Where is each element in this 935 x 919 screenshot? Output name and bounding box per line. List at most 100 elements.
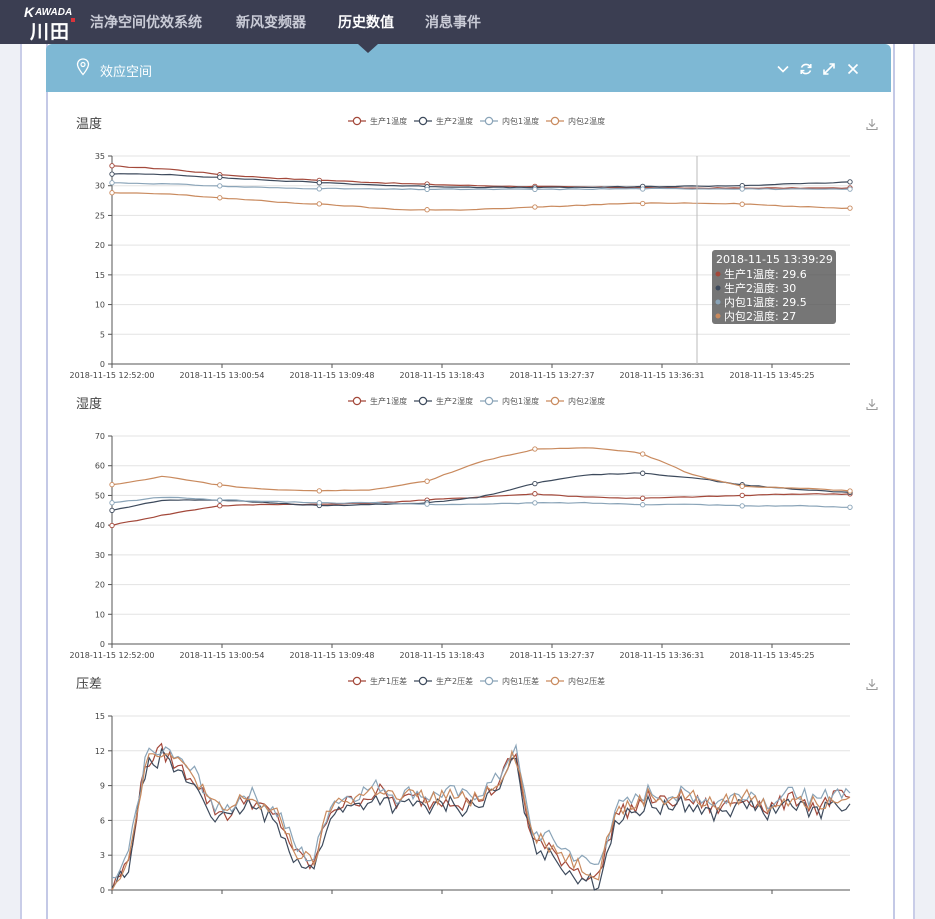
series-point bbox=[847, 186, 853, 192]
chart-title: 湿度 bbox=[76, 396, 102, 412]
legend-item[interactable]: 生产2压差 bbox=[414, 676, 473, 686]
series-point bbox=[640, 502, 646, 508]
nav-item-history[interactable]: 历史数值 bbox=[338, 12, 394, 32]
download-icon[interactable] bbox=[866, 119, 878, 131]
legend-item[interactable]: 内包1湿度 bbox=[480, 396, 539, 406]
legend-item[interactable]: 内包1温度 bbox=[480, 116, 539, 126]
close-icon[interactable] bbox=[846, 62, 860, 76]
x-tick-label: 2018-11-15 13:27:37 bbox=[510, 651, 595, 660]
series-point bbox=[217, 482, 223, 488]
series-line bbox=[111, 743, 851, 879]
series-point bbox=[109, 500, 115, 506]
series-point bbox=[532, 186, 538, 193]
series-point bbox=[739, 186, 745, 192]
active-nav-caret bbox=[358, 44, 378, 53]
series-point bbox=[217, 503, 223, 509]
logo-cn-text: 川田 bbox=[30, 21, 71, 43]
chevron-down-icon[interactable] bbox=[776, 62, 790, 76]
tooltip-row: 内包1温度: 29.5 bbox=[724, 295, 807, 309]
y-tick-label: 12 bbox=[95, 747, 105, 756]
y-tick-label: 30 bbox=[95, 551, 105, 560]
legend-label: 生产2温度 bbox=[436, 116, 473, 126]
series-line bbox=[111, 493, 851, 527]
y-tick-label: 70 bbox=[95, 432, 105, 441]
series-point bbox=[316, 488, 322, 494]
legend-label: 内包2湿度 bbox=[568, 396, 605, 406]
nav-item-clean-space[interactable]: 洁净空间优效系统 bbox=[90, 12, 202, 32]
legend-item[interactable]: 内包2压差 bbox=[546, 676, 605, 686]
legend-label: 内包2压差 bbox=[568, 676, 605, 686]
y-tick-label: 20 bbox=[95, 581, 105, 590]
tooltip-row: 生产1温度: 29.6 bbox=[724, 267, 807, 281]
legend-item[interactable]: 内包2湿度 bbox=[546, 396, 605, 406]
series-point bbox=[109, 180, 115, 186]
legend-marker bbox=[418, 116, 428, 126]
series-point bbox=[532, 204, 538, 210]
nav-item-fresh-air-inverter[interactable]: 新风变频器 bbox=[236, 12, 306, 32]
legend-marker bbox=[418, 676, 428, 686]
series-point bbox=[217, 183, 223, 189]
tooltip-row: 生产2温度: 30 bbox=[724, 281, 796, 295]
x-tick-label: 2018-11-15 13:00:54 bbox=[180, 651, 265, 660]
legend-label: 生产1湿度 bbox=[370, 396, 407, 406]
series-point bbox=[739, 492, 745, 499]
y-tick-label: 40 bbox=[95, 521, 105, 530]
y-tick-label: 0 bbox=[100, 640, 105, 649]
nav-item-events[interactable]: 消息事件 bbox=[425, 12, 481, 32]
legend-item[interactable]: 生产2温度 bbox=[414, 116, 473, 126]
legend-item[interactable]: 内包1压差 bbox=[480, 676, 539, 686]
expand-icon[interactable] bbox=[822, 62, 836, 76]
legend-item[interactable]: 生产2湿度 bbox=[414, 396, 473, 406]
series-line bbox=[111, 742, 851, 891]
y-tick-label: 10 bbox=[95, 610, 105, 619]
x-tick-label: 2018-11-15 13:36:31 bbox=[620, 371, 705, 380]
series-point bbox=[109, 190, 115, 196]
legend-label: 内包1压差 bbox=[502, 676, 539, 686]
series-point bbox=[739, 201, 745, 207]
legend-marker bbox=[550, 676, 560, 686]
refresh-icon[interactable] bbox=[799, 62, 813, 76]
series-point bbox=[640, 451, 646, 457]
series-point bbox=[424, 478, 430, 484]
y-tick-label: 20 bbox=[95, 241, 105, 250]
series-line bbox=[111, 747, 851, 891]
legend-marker bbox=[484, 396, 494, 406]
chart-svg: 湿度 生产1湿度 生产2湿度 内包1湿度 内包2湿度 0 10 20 30 40 50 60 70 201… bbox=[70, 396, 878, 660]
series-point bbox=[109, 522, 115, 529]
pressure-chart: 压差 生产1压差 生产2压差 内包1压差 内包2压差 0 3 6 9 12 15 bbox=[60, 668, 885, 908]
legend-item[interactable]: 内包2温度 bbox=[546, 116, 605, 126]
kawada-logo[interactable]: K AWADA 川田 bbox=[24, 4, 78, 43]
y-tick-label: 5 bbox=[100, 330, 105, 339]
humidity-chart: 湿度 生产1湿度 生产2湿度 内包1湿度 内包2湿度 0 10 20 30 40 50 60 70 201… bbox=[60, 388, 885, 664]
series-point bbox=[532, 446, 538, 452]
x-tick-label: 2018-11-15 12:52:00 bbox=[70, 651, 155, 660]
tooltip-marker bbox=[715, 271, 721, 277]
legend-item[interactable]: 生产1温度 bbox=[348, 116, 407, 126]
series-point bbox=[739, 483, 745, 489]
chart-title: 温度 bbox=[76, 116, 102, 132]
page-edge-right bbox=[913, 44, 915, 919]
legend-label: 生产2压差 bbox=[436, 676, 473, 686]
download-icon[interactable] bbox=[866, 399, 878, 411]
legend-item[interactable]: 生产1压差 bbox=[348, 676, 407, 686]
series-point bbox=[316, 180, 322, 186]
legend-marker bbox=[484, 116, 494, 126]
series-point bbox=[109, 171, 115, 177]
y-tick-label: 6 bbox=[100, 816, 105, 825]
legend-item[interactable]: 生产1湿度 bbox=[348, 396, 407, 406]
legend-marker bbox=[352, 676, 362, 686]
series-point bbox=[532, 491, 538, 497]
series-point bbox=[316, 500, 322, 506]
tooltip-marker bbox=[715, 285, 721, 291]
series-point bbox=[316, 201, 322, 207]
y-tick-label: 3 bbox=[100, 851, 105, 860]
legend-marker bbox=[352, 116, 362, 126]
download-icon[interactable] bbox=[866, 679, 878, 691]
y-tick-label: 0 bbox=[100, 360, 105, 369]
series-point bbox=[109, 163, 115, 169]
x-tick-label: 2018-11-15 13:18:43 bbox=[400, 651, 485, 660]
series-point bbox=[847, 488, 853, 494]
series-point bbox=[217, 497, 223, 503]
y-tick-label: 9 bbox=[100, 782, 105, 791]
chart-svg: 压差 生产1压差 生产2压差 内包1压差 内包2压差 0 3 6 9 12 15 bbox=[76, 676, 878, 895]
